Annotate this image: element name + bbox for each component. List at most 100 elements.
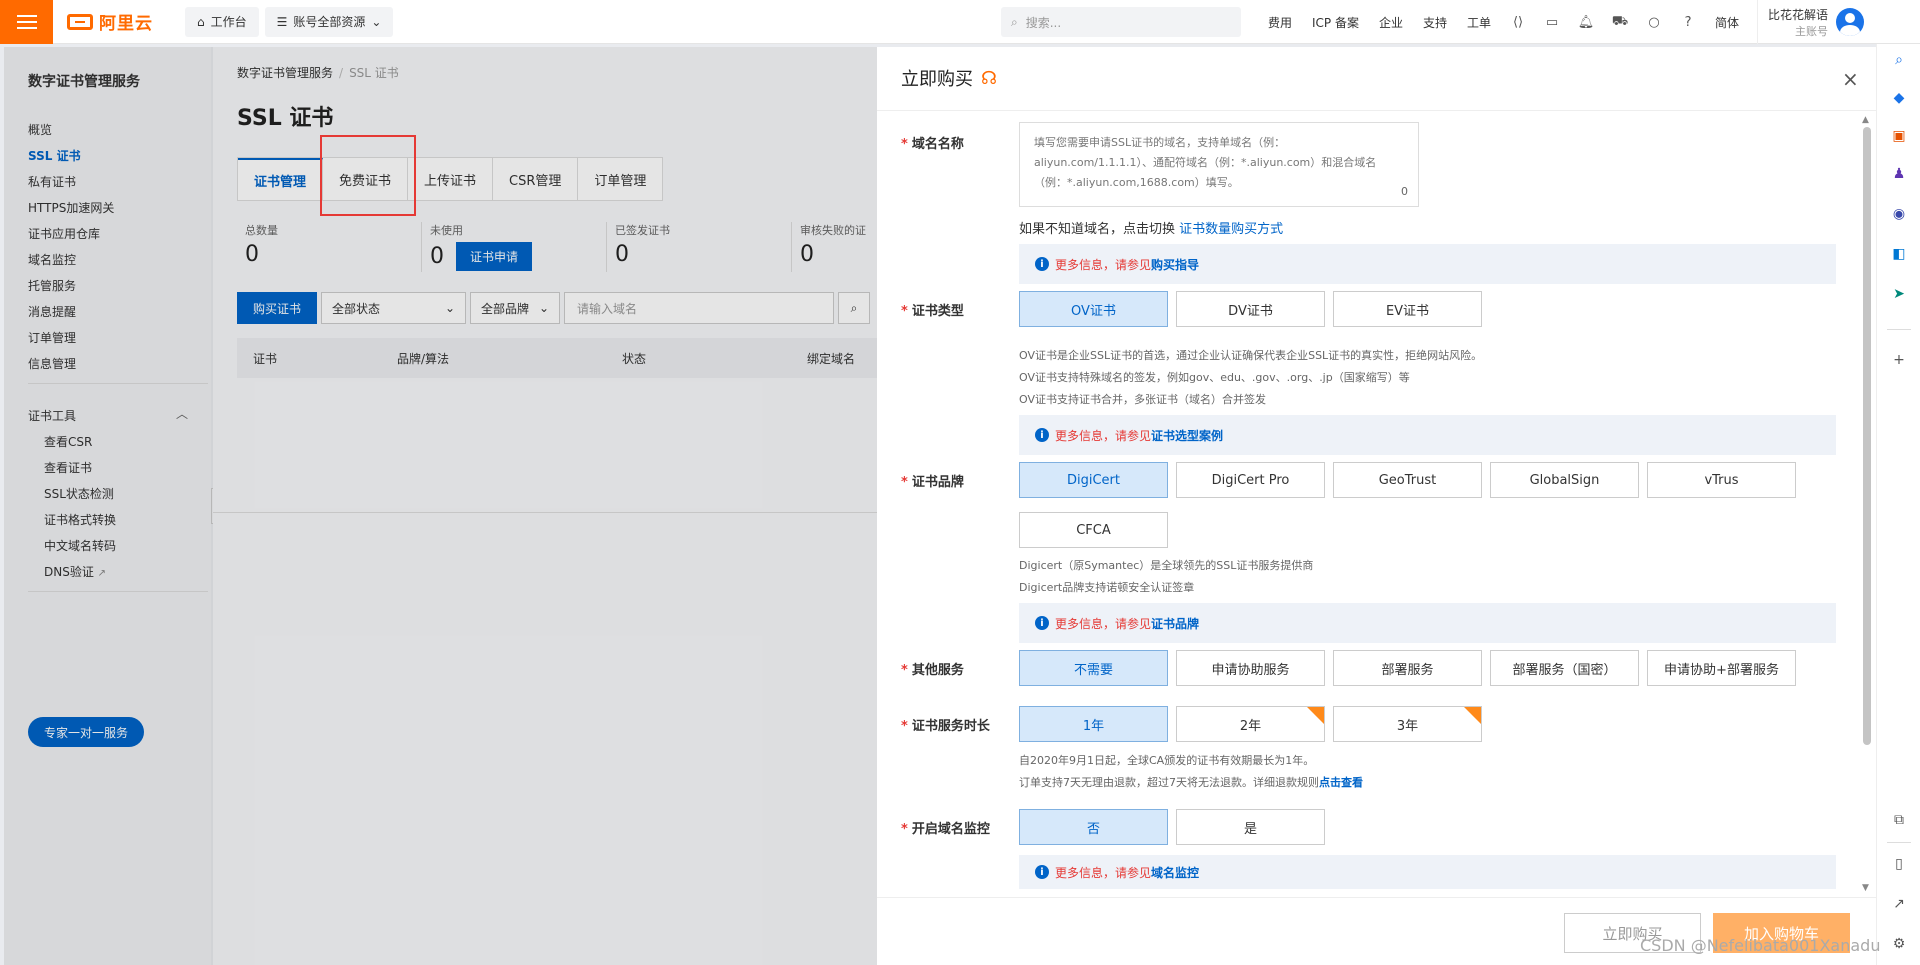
status-select[interactable]: 全部状态 ⌄	[321, 292, 467, 324]
monitor-no[interactable]: 否	[1019, 809, 1168, 845]
sidebar-tool-punycode[interactable]: 中文域名转码	[44, 537, 116, 554]
cert-type-ev[interactable]: EV证书	[1333, 291, 1482, 327]
sidebar-item-domain-monitor[interactable]: 域名监控	[28, 251, 76, 268]
scroll-up-icon[interactable]: ▲	[1862, 115, 1869, 125]
purchase-guide-link[interactable]: 购买指导	[1151, 256, 1199, 273]
terminal-icon[interactable]: ▭	[1544, 14, 1560, 30]
cart-icon[interactable]: ⛟	[1612, 14, 1628, 30]
sidebar-tool-view-cert[interactable]: 查看证书	[44, 459, 92, 476]
apply-cert-button[interactable]: 证书申请	[456, 242, 533, 271]
sidebar-tools-title[interactable]: 证书工具	[28, 407, 76, 424]
code-icon[interactable]: ⟨⟩	[1510, 14, 1526, 30]
help-icon[interactable]: ?	[1680, 14, 1696, 30]
toolbox-icon[interactable]: ▣	[1889, 126, 1909, 146]
expert-service-button[interactable]: 专家一对一服务	[28, 717, 144, 747]
service-assist-deploy[interactable]: 申请协助+部署服务	[1647, 650, 1796, 686]
duration-3y[interactable]: 3年	[1333, 706, 1482, 742]
brand-select[interactable]: 全部品牌 ⌄	[470, 292, 561, 324]
tab-upload-cert[interactable]: 上传证书	[408, 158, 494, 200]
external-link-icon[interactable]: ↗	[1889, 894, 1909, 914]
nav-ticket[interactable]: 工单	[1467, 14, 1491, 31]
brand-geotrust[interactable]: GeoTrust	[1333, 462, 1482, 498]
sidebar-item-cert-repo[interactable]: 证书应用仓库	[28, 225, 100, 242]
cert-type-ov[interactable]: OV证书	[1019, 291, 1168, 327]
sidebar-item-https-gateway[interactable]: HTTPS加速网关	[28, 199, 114, 216]
sidebar-item-hosting[interactable]: 托管服务	[28, 277, 76, 294]
language-switch[interactable]: 简体	[1715, 14, 1739, 31]
scroll-down-icon[interactable]: ▼	[1862, 883, 1869, 893]
service-none[interactable]: 不需要	[1019, 650, 1168, 686]
desc-line: 订单支持7天无理由退款，超过7天将无法退款。详细退款规则	[1019, 776, 1319, 789]
sidebar-tool-ssl-check[interactable]: SSL状态检测	[44, 485, 114, 502]
tab-cert-manage[interactable]: 证书管理	[238, 158, 324, 200]
screenshot-icon[interactable]: ⧉	[1889, 810, 1909, 830]
sidebar-item-info[interactable]: 信息管理	[28, 355, 76, 372]
aliyun-logo[interactable]: 阿里云	[67, 9, 179, 34]
panel-icon[interactable]: ▯	[1889, 854, 1909, 874]
monitor-yes[interactable]: 是	[1176, 809, 1325, 845]
drawer-scrollbar[interactable]	[1863, 127, 1871, 745]
tab-csr[interactable]: CSR管理	[493, 158, 579, 200]
list-icon: ☰	[276, 14, 288, 29]
sidebar-item-notifications[interactable]: 消息提醒	[28, 303, 76, 320]
domain-search-input[interactable]: 请输入域名	[564, 292, 835, 324]
avatar[interactable]	[1836, 8, 1865, 36]
close-icon[interactable]: ×	[1842, 67, 1859, 91]
sidebar-item-orders[interactable]: 订单管理	[28, 329, 76, 346]
tab-orders[interactable]: 订单管理	[578, 158, 662, 200]
breadcrumb-root[interactable]: 数字证书管理服务	[237, 66, 333, 80]
cert-brand-link[interactable]: 证书品牌	[1151, 615, 1199, 632]
person-icon[interactable]: ♟	[1889, 164, 1909, 184]
desc-line: OV证书是企业SSL证书的首选，通过企业认证确保代表企业SSL证书的真实性，拒绝…	[1019, 349, 1483, 362]
global-search-input[interactable]: ⌕ 搜索...	[1001, 7, 1241, 37]
sidebar-tool-format[interactable]: 证书格式转换	[44, 511, 116, 528]
sidebar-item-ssl[interactable]: SSL 证书	[28, 147, 81, 164]
other-services-label-text: 其他服务	[911, 663, 964, 678]
duration-2y[interactable]: 2年	[1176, 706, 1325, 742]
sidebar-item-overview[interactable]: 概览	[28, 121, 52, 138]
domain-label-text: 域名名称	[911, 137, 964, 152]
domain-monitor-link[interactable]: 域名监控	[1151, 864, 1199, 881]
chevron-up-icon[interactable]: ︿	[176, 405, 188, 422]
nav-enterprise[interactable]: 企业	[1379, 14, 1403, 31]
search-icon[interactable]: ⌕	[838, 292, 871, 324]
paper-plane-icon[interactable]: ➤	[1889, 284, 1909, 304]
domain-textarea[interactable]: 填写您需要申请SSL证书的域名，支持单域名（例：aliyun.com/1.1.1…	[1019, 122, 1419, 207]
outlook-icon[interactable]: ◧	[1889, 244, 1909, 264]
brand-globalsign[interactable]: GlobalSign	[1490, 462, 1639, 498]
user-menu[interactable]: 比花花解语 主账号	[1757, 0, 1865, 44]
brand-digicert[interactable]: DigiCert	[1019, 462, 1168, 498]
add-icon[interactable]: +	[1889, 350, 1909, 370]
cert-type-dv[interactable]: DV证书	[1176, 291, 1325, 327]
headset-icon[interactable]: ☊	[981, 68, 997, 89]
lightbulb-icon[interactable]: ○	[1646, 14, 1662, 30]
nav-support[interactable]: 支持	[1423, 14, 1447, 31]
brand-digicert-pro[interactable]: DigiCert Pro	[1176, 462, 1325, 498]
duration-1y[interactable]: 1年	[1019, 706, 1168, 742]
buy-cert-button[interactable]: 购买证书	[237, 292, 318, 324]
brand-vtrus[interactable]: vTrus	[1647, 462, 1796, 498]
stat-value: 0	[245, 242, 259, 267]
service-apply-assist[interactable]: 申请协助服务	[1176, 650, 1325, 686]
service-deploy[interactable]: 部署服务	[1333, 650, 1482, 686]
nav-billing[interactable]: 费用	[1268, 14, 1292, 31]
brand-cfca[interactable]: CFCA	[1019, 512, 1168, 548]
sidebar-tool-dns[interactable]: DNS验证 ↗	[44, 563, 106, 580]
switch-quantity-mode-link[interactable]: 证书数量购买方式	[1179, 222, 1283, 237]
refund-rule-link[interactable]: 点击查看	[1319, 776, 1363, 789]
service-deploy-gm[interactable]: 部署服务（国密）	[1490, 650, 1639, 686]
sidebar-item-private-cert[interactable]: 私有证书	[28, 173, 76, 190]
resources-dropdown[interactable]: ☰ 账号全部资源 ⌄	[264, 6, 394, 37]
stat-label: 总数量	[245, 224, 278, 237]
gear-icon[interactable]: ⚙	[1889, 934, 1909, 954]
bell-icon[interactable]: 🔔︎	[1578, 14, 1595, 30]
workbench-button[interactable]: ⌂ 工作台	[185, 6, 259, 37]
search-icon[interactable]: ⌕	[1889, 50, 1909, 70]
cert-case-link[interactable]: 证书选型案例	[1151, 427, 1223, 444]
tag-icon[interactable]: ◆	[1889, 88, 1909, 108]
domain-hint: 如果不知道域名，点击切换 证书数量购买方式	[1019, 218, 1283, 237]
nav-icp[interactable]: ICP 备案	[1312, 14, 1359, 31]
sidebar-tool-csr[interactable]: 查看CSR	[44, 433, 92, 450]
menu-icon[interactable]	[0, 0, 53, 44]
compass-icon[interactable]: ◉	[1889, 204, 1909, 224]
